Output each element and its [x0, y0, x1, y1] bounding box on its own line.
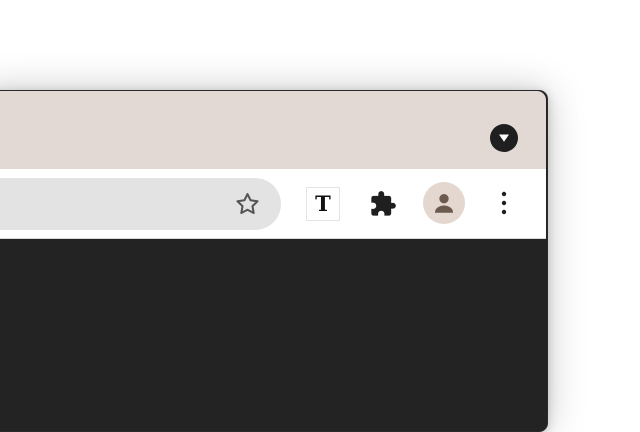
bookmark-star-button[interactable]	[229, 186, 265, 222]
vertical-ellipsis-icon	[501, 191, 507, 215]
extension-t-label: T	[315, 190, 331, 216]
extension-button-t[interactable]: T	[306, 187, 340, 221]
page-content	[0, 239, 546, 400]
tab-strip	[0, 91, 546, 169]
chevron-down-circle-icon	[499, 134, 509, 142]
tab-search-button[interactable]	[490, 124, 518, 152]
extensions-button[interactable]	[364, 185, 402, 223]
browser-menu-button[interactable]	[487, 186, 521, 220]
star-outline-icon	[235, 192, 259, 214]
profile-button[interactable]	[423, 182, 465, 224]
person-icon	[434, 194, 454, 213]
puzzle-icon	[371, 191, 396, 216]
